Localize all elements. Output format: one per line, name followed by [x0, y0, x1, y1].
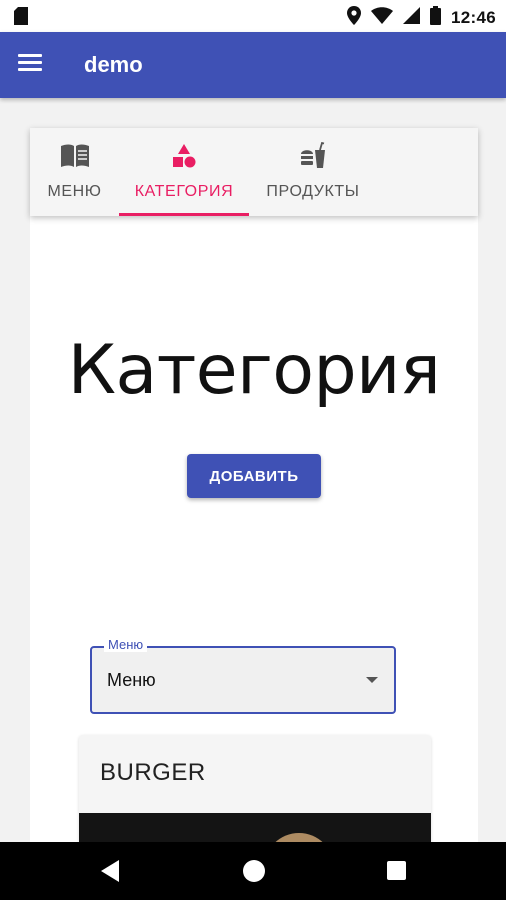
status-bar: 12:46: [0, 0, 506, 32]
signal-icon: [403, 7, 421, 29]
back-icon[interactable]: [101, 860, 119, 882]
active-tab-indicator: [119, 213, 249, 216]
tab-menu[interactable]: МЕНЮ: [30, 128, 119, 216]
sd-card-icon: [14, 7, 28, 30]
app-title: demo: [84, 52, 143, 77]
dropdown-arrow-icon: [366, 677, 378, 683]
app-bar: demo: [0, 32, 506, 98]
category-card-title: BURGER: [100, 759, 206, 786]
menu-select-value: Меню: [107, 670, 156, 690]
hamburger-menu-icon[interactable]: [18, 50, 50, 80]
tab-bar: МЕНЮ КАТЕГОРИЯ ПРОДУКТЫ: [30, 128, 478, 216]
fastfood-icon: [298, 141, 328, 170]
category-card[interactable]: BURGER: [79, 735, 431, 848]
tab-menu-label: МЕНЮ: [47, 183, 102, 200]
content-panel: МЕНЮ КАТЕГОРИЯ ПРОДУКТЫ Категория ДОБАВИ…: [30, 128, 478, 848]
home-icon[interactable]: [243, 860, 265, 882]
add-button[interactable]: ДОБАВИТЬ: [187, 454, 321, 498]
navigation-bar: [0, 842, 506, 900]
clock: 12:46: [451, 8, 496, 27]
recent-apps-icon[interactable]: [387, 861, 406, 880]
menu-select-label: Меню: [104, 637, 148, 652]
tab-category[interactable]: КАТЕГОРИЯ: [119, 128, 249, 216]
tab-category-label: КАТЕГОРИЯ: [134, 183, 234, 200]
page-title: Категория: [67, 331, 441, 410]
tab-products[interactable]: ПРОДУКТЫ: [249, 128, 377, 216]
shapes-icon: [169, 142, 199, 170]
tab-products-label: ПРОДУКТЫ: [266, 183, 360, 200]
battery-icon: [430, 6, 442, 30]
book-icon: [60, 142, 90, 170]
location-icon: [347, 6, 362, 30]
menu-select[interactable]: Меню Меню: [90, 637, 396, 714]
wifi-icon: [371, 7, 394, 29]
